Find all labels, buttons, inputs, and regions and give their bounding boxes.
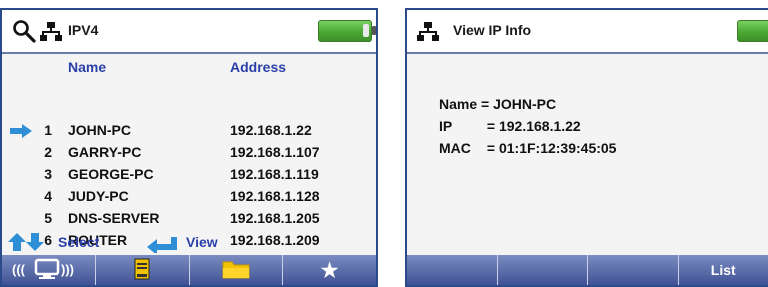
softkey-1[interactable]: [407, 255, 498, 285]
svg-text:))): ))): [61, 262, 74, 277]
header: View IP Info: [407, 10, 768, 54]
column-header-name: Name: [68, 59, 107, 75]
screen-title: IPV4: [68, 22, 99, 38]
network-icon: [417, 20, 439, 42]
row-name: DNS-SERVER: [68, 210, 160, 226]
row-number: 5: [44, 210, 52, 226]
list-softkey-label: List: [710, 262, 736, 278]
row-address: 192.168.1.205: [230, 210, 320, 226]
softkey-3[interactable]: [190, 255, 284, 285]
device-row[interactable]: 5 DNS-SERVER 192.168.1.205: [2, 210, 372, 232]
row-address: 192.168.1.22: [230, 122, 312, 138]
list-softkey[interactable]: List: [679, 255, 768, 285]
row-name: GARRY-PC: [68, 144, 142, 160]
softkey-2[interactable]: [498, 255, 588, 285]
wifi-monitor-icon: ((( ))): [10, 257, 86, 284]
row-name: GEORGE-PC: [68, 166, 154, 182]
row-name: JUDY-PC: [68, 188, 129, 204]
view-ip-info-screen: View IP Info Name = JOHN-PC IP = 192.168…: [405, 8, 768, 287]
softkey-bar: List: [407, 255, 768, 285]
device-row[interactable]: 4 JUDY-PC 192.168.1.128: [2, 188, 372, 210]
device-row[interactable]: 1 JOHN-PC 192.168.1.22: [2, 122, 372, 144]
screen-title: View IP Info: [453, 22, 532, 38]
network-icon: [40, 20, 62, 42]
select-hint: Select: [58, 234, 100, 250]
info-name-label: Name =: [439, 96, 490, 112]
row-name: JOHN-PC: [68, 122, 132, 138]
svg-text:(((: (((: [12, 262, 26, 277]
row-number: 2: [44, 144, 52, 160]
row-number: 1: [44, 122, 52, 138]
row-number: 3: [44, 166, 52, 182]
battery-indicator: [737, 20, 768, 42]
row-number: 4: [44, 188, 52, 204]
battery-indicator: [318, 20, 376, 42]
row-address: 192.168.1.119: [230, 166, 319, 182]
selection-arrow-icon: [10, 124, 32, 141]
star-icon: ★: [320, 259, 339, 282]
row-address: 192.168.1.209: [230, 232, 320, 248]
header: IPV4: [2, 10, 376, 54]
device-row[interactable]: 2 GARRY-PC 192.168.1.107: [2, 144, 372, 166]
view-hint: View: [186, 234, 218, 250]
info-ip-value: = 192.168.1.22: [486, 118, 581, 134]
battery-cap: [363, 24, 369, 37]
info-mac-label: MAC: [439, 140, 471, 156]
info-mac-line: MAC = 01:1F:12:39:45:05: [439, 140, 616, 156]
row-address: 192.168.1.107: [230, 144, 320, 160]
row-address: 192.168.1.128: [230, 188, 320, 204]
info-name-line: Name = JOHN-PC: [439, 96, 556, 112]
search-icon[interactable]: [12, 19, 36, 43]
document-icon: [134, 258, 150, 283]
softkey-bar: ((( ))) ★: [2, 255, 376, 285]
info-ip-label: IP: [439, 118, 453, 134]
column-header-address: Address: [230, 59, 287, 75]
softkey-2[interactable]: [96, 255, 190, 285]
info-mac-value: = 01:1F:12:39:45:05: [486, 140, 617, 156]
info-name-value: JOHN-PC: [493, 96, 557, 112]
device-row[interactable]: 3 GEORGE-PC 192.168.1.119: [2, 166, 372, 188]
info-ip-line: IP = 192.168.1.22: [439, 118, 581, 134]
folder-icon: [222, 259, 250, 282]
softkey-1[interactable]: ((( ))): [2, 255, 96, 285]
softkey-3[interactable]: [588, 255, 679, 285]
softkey-4[interactable]: ★: [283, 255, 376, 285]
ipv4-list-screen: IPV4 Name Address 1 JOHN-PC 192.168.1.22…: [0, 8, 378, 287]
